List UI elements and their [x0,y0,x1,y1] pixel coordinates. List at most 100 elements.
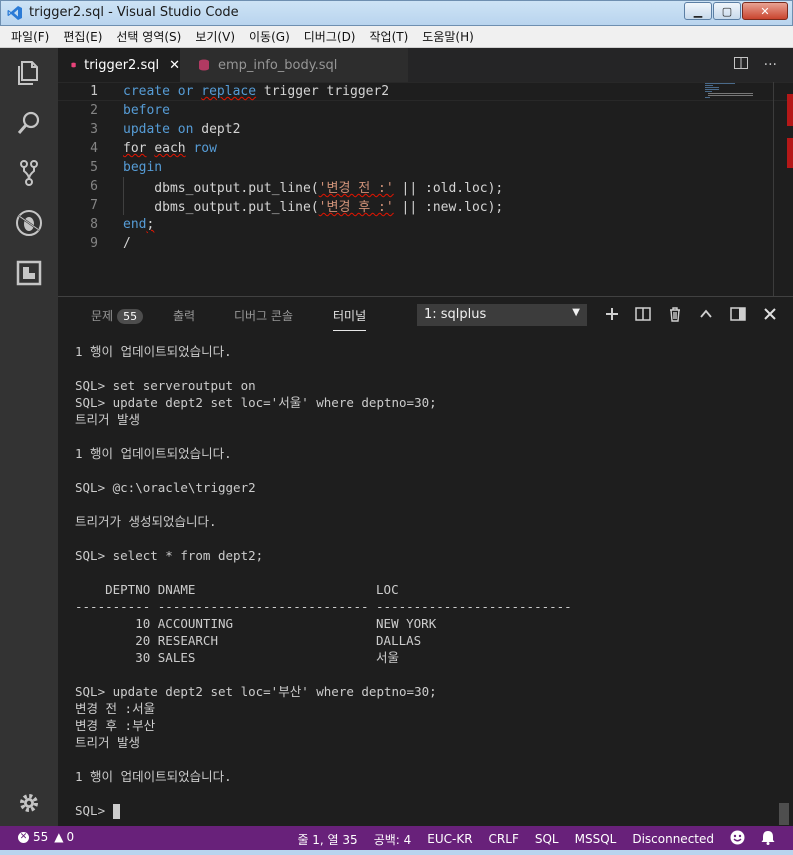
editor-scrollbar[interactable] [773,82,793,296]
menu-selection[interactable]: 선택 영역(S) [109,28,188,45]
minimap[interactable] [705,82,755,102]
menu-edit[interactable]: 편집(E) [56,28,109,45]
activity-bar [0,48,58,826]
code-text: dbms_output.put_line('변경 후 :' || :new.lo… [123,200,504,215]
warning-count[interactable]: 0 [67,830,75,844]
tab-terminal[interactable]: 터미널 [333,307,367,331]
tab-label: emp_info_body.sql [218,57,338,73]
cursor-position[interactable]: 줄 1, 열 35 [297,831,357,848]
new-terminal-icon[interactable] [604,306,620,326]
terminal-line: SQL> [75,802,120,819]
terminal-line: SQL> update dept2 set loc='서울' where dep… [75,395,437,410]
tab-problems-label: 문제 [91,309,114,323]
line-number: 1 [90,84,98,99]
minimize-button[interactable]: ▁ [684,2,712,20]
bottom-panel: 문제 55 출력 디버그 콘솔 터미널 1: sqlplus ▼ 1 행이 업데이… [58,296,793,826]
minimize-icon: ▁ [693,4,703,18]
code-text: dbms_output.put_line('변경 전 :' || :old.lo… [123,181,504,196]
tab-output[interactable]: 출력 [173,307,195,324]
error-count[interactable]: 55 [33,830,48,844]
close-window-button[interactable]: ✕ [742,2,788,20]
chevron-up-icon[interactable] [698,306,714,326]
indentation[interactable]: 공백: 4 [374,831,412,848]
window-frame-bottom [0,850,793,855]
terminal-line: SQL> @c:\oracle\trigger2 [75,480,256,495]
code-line: 9 / [58,234,793,253]
trash-icon[interactable] [667,306,683,326]
terminal-line: ---------- ---------------------------- … [75,599,572,614]
terminal-select[interactable]: 1: sqlplus ▼ [417,304,587,326]
tab-emp-info-body-sql[interactable]: emp_info_body.sql [180,48,408,82]
menu-tasks[interactable]: 작업(T) [363,28,416,45]
search-icon[interactable] [14,108,44,138]
connection-status[interactable]: Disconnected [632,832,714,846]
chevron-down-icon: ▼ [572,307,580,318]
maximize-button[interactable]: ▢ [713,2,741,20]
code-editor[interactable]: 1 create or replace trigger trigger2 2 b… [58,82,793,296]
terminal-line: SQL> update dept2 set loc='부산' where dep… [75,684,437,699]
line-number: 8 [90,217,98,232]
extensions-icon[interactable] [14,258,44,288]
tab-close-icon[interactable]: ✕ [169,58,180,73]
code-line: 7 dbms_output.put_line('변경 후 :' || :new.… [58,196,793,215]
code-text: for each row [123,141,217,156]
tab-trigger2-sql[interactable]: trigger2.sql ✕ [58,48,180,82]
menu-bar: 파일(F) 편집(E) 선택 영역(S) 보기(V) 이동(G) 디버그(D) … [0,26,793,48]
terminal-select-value: 1: sqlplus [424,307,487,322]
line-number: 4 [90,141,98,156]
menu-debug[interactable]: 디버그(D) [297,28,363,45]
code-line: 5 begin [58,158,793,177]
code-line: 8 end; [58,215,793,234]
sql-provider[interactable]: MSSQL [575,832,617,846]
tab-problems[interactable]: 문제 55 [91,307,144,324]
line-number: 2 [90,103,98,118]
tab-debug-console[interactable]: 디버그 콘솔 [234,307,293,324]
terminal-line: 변경 전 :서울 [75,701,156,716]
split-terminal-icon[interactable] [635,306,651,326]
language-mode[interactable]: SQL [535,832,559,846]
menu-go[interactable]: 이동(G) [242,28,297,45]
code-text: update on dept2 [123,122,241,137]
panel-position-icon[interactable] [730,306,746,326]
terminal-line: 트리거 발생 [75,412,141,427]
terminal-line: DEPTNO DNAME LOC [75,582,399,597]
feedback-smiley-icon[interactable] [730,830,745,848]
error-icon: ✕ [18,831,29,843]
line-number: 3 [90,122,98,137]
more-actions-icon[interactable]: ··· [764,57,777,73]
debug-icon[interactable] [14,208,44,238]
vscode-logo-icon [7,6,22,20]
status-bar: ✕ 55 ▲ 0 줄 1, 열 35 공백: 4 EUC-KR CRLF SQL… [0,826,793,850]
end-of-line[interactable]: CRLF [489,832,519,846]
explorer-icon[interactable] [14,58,44,88]
code-text: create or replace trigger trigger2 [123,84,390,99]
split-editor-icon[interactable] [733,57,748,73]
terminal-line: 변경 후 :부산 [75,718,156,733]
notifications-bell-icon[interactable] [761,830,775,848]
close-icon: ✕ [760,4,770,18]
terminal-line: 30 SALES 서울 [75,650,400,665]
problems-count-badge: 55 [117,309,144,324]
window-title: trigger2.sql - Visual Studio Code [29,5,239,20]
code-line: 3 update on dept2 [58,120,793,139]
menu-view[interactable]: 보기(V) [188,28,242,45]
code-text: begin [123,160,163,175]
terminal-line: 1 행이 업데이트되었습니다. [75,769,232,784]
settings-gear-icon[interactable] [18,792,40,814]
editor-tabs: trigger2.sql ✕ emp_info_body.sql ··· [58,48,793,82]
close-panel-icon[interactable] [762,306,778,326]
database-icon [199,59,209,71]
terminal-line: 20 RESEARCH DALLAS [75,633,422,648]
terminal-scrollbar-thumb[interactable] [779,803,789,825]
error-marker [787,94,793,126]
code-line: 2 before [58,101,793,120]
encoding[interactable]: EUC-KR [427,832,472,846]
error-marker [787,138,793,168]
code-text: before [123,103,170,118]
menu-help[interactable]: 도움말(H) [415,28,481,45]
line-number: 5 [90,160,98,175]
line-number: 9 [90,236,98,251]
menu-file[interactable]: 파일(F) [4,28,56,45]
source-control-icon[interactable] [14,158,44,188]
code-line: 4 for each row [58,139,793,158]
